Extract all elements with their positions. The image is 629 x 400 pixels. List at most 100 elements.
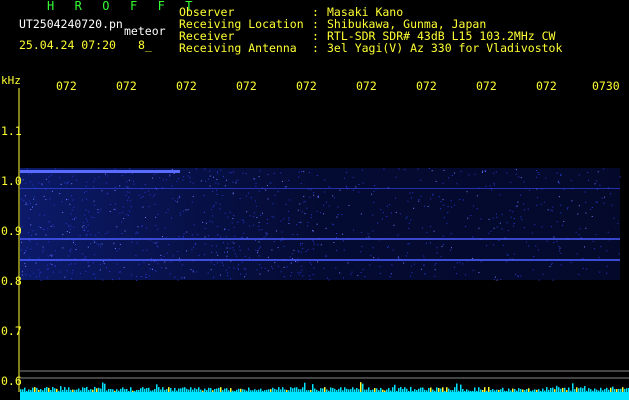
noise-pixel (38, 275, 40, 277)
baseline-peak (348, 389, 350, 392)
noise-pixel (450, 249, 452, 251)
signal-line-3 (20, 259, 620, 261)
noise-pixel (48, 176, 50, 178)
noise-pixel (595, 201, 597, 203)
noise-pixel (299, 203, 301, 205)
noise-pixel (211, 221, 213, 223)
noise-pixel (451, 175, 453, 176)
noise-pixel (97, 212, 99, 214)
noise-pixel (324, 191, 326, 193)
baseline-peak (230, 388, 232, 392)
noise-pixel (339, 272, 341, 274)
noise-pixel (307, 221, 309, 223)
noise-pixel (286, 266, 288, 268)
baseline-peak (522, 389, 524, 392)
noise-pixel (303, 170, 305, 172)
noise-pixel (72, 269, 74, 271)
baseline-peak (92, 389, 94, 392)
noise-pixel (291, 253, 293, 255)
noise-pixel (337, 214, 339, 216)
noise-pixel (582, 268, 584, 269)
baseline-peak (132, 390, 134, 392)
noise-pixel (156, 245, 158, 247)
noise-pixel (523, 181, 525, 183)
baseline-peak (542, 388, 544, 392)
noise-pixel (456, 262, 458, 264)
noise-pixel (107, 231, 109, 233)
baseline-peak (314, 388, 316, 392)
baseline-peak (200, 389, 202, 392)
noise-pixel (360, 231, 362, 233)
baseline-peak (196, 389, 198, 392)
baseline-peak (504, 390, 506, 392)
noise-pixel (610, 193, 611, 195)
baseline-peak (484, 387, 486, 392)
noise-pixel (451, 247, 452, 249)
noise-pixel (473, 205, 474, 207)
noise-pixel (399, 213, 401, 215)
noise-pixel (407, 200, 409, 202)
noise-pixel (258, 222, 260, 223)
noise-pixel (266, 218, 268, 220)
noise-pixel (450, 200, 452, 202)
noise-pixel (421, 227, 423, 229)
baseline-peak (216, 388, 218, 392)
noise-pixel (443, 204, 445, 206)
baseline-peak (186, 388, 188, 392)
noise-pixel (153, 195, 154, 197)
noise-pixel (267, 270, 269, 272)
noise-pixel (368, 236, 370, 238)
noise-pixel (492, 217, 494, 219)
noise-pixel (358, 191, 360, 193)
noise-pixel (167, 244, 169, 246)
noise-pixel (98, 211, 100, 213)
baseline-peak (450, 390, 452, 392)
noise-pixel (570, 261, 572, 263)
noise-pixel (222, 264, 224, 266)
noise-pixel (219, 274, 221, 276)
noise-pixel (282, 180, 283, 182)
noise-pixel (140, 226, 142, 228)
noise-pixel (23, 253, 25, 255)
noise-pixel (364, 276, 366, 278)
noise-pixel (360, 213, 362, 215)
noise-pixel (60, 183, 62, 185)
noise-pixel (298, 221, 300, 223)
noise-pixel (226, 179, 227, 181)
x-tick-label: 072 (56, 79, 77, 93)
noise-pixel (241, 219, 243, 221)
noise-pixel (441, 245, 443, 247)
baseline-peak (246, 390, 248, 392)
noise-pixel (283, 245, 285, 247)
noise-pixel (48, 181, 50, 183)
noise-pixel (513, 225, 514, 227)
noise-pixel (571, 200, 573, 202)
y-tick-label: 0.9 (1, 224, 22, 238)
noise-pixel (192, 269, 194, 271)
baseline-peak (390, 390, 392, 392)
noise-pixel (558, 245, 560, 247)
baseline-peak (340, 387, 342, 392)
baseline-peak (290, 387, 292, 392)
noise-pixel (189, 177, 191, 179)
noise-pixel (577, 213, 579, 215)
noise-pixel (585, 227, 587, 229)
noise-pixel (515, 169, 517, 171)
baseline-peak (100, 388, 102, 392)
noise-pixel (32, 184, 34, 186)
noise-pixel (39, 214, 41, 216)
baseline-peak (616, 389, 618, 392)
noise-pixel (296, 234, 298, 235)
noise-pixel (49, 198, 51, 200)
noise-pixel (594, 183, 596, 185)
noise-pixel (272, 268, 274, 270)
baseline-peak (182, 387, 184, 392)
noise-pixel (255, 249, 257, 251)
baseline-peak (398, 388, 400, 392)
noise-pixel (71, 183, 73, 185)
noise-pixel (67, 199, 69, 201)
noise-pixel (432, 194, 434, 196)
noise-pixel (255, 182, 257, 184)
noise-pixel (181, 277, 183, 279)
noise-pixel (72, 218, 74, 220)
